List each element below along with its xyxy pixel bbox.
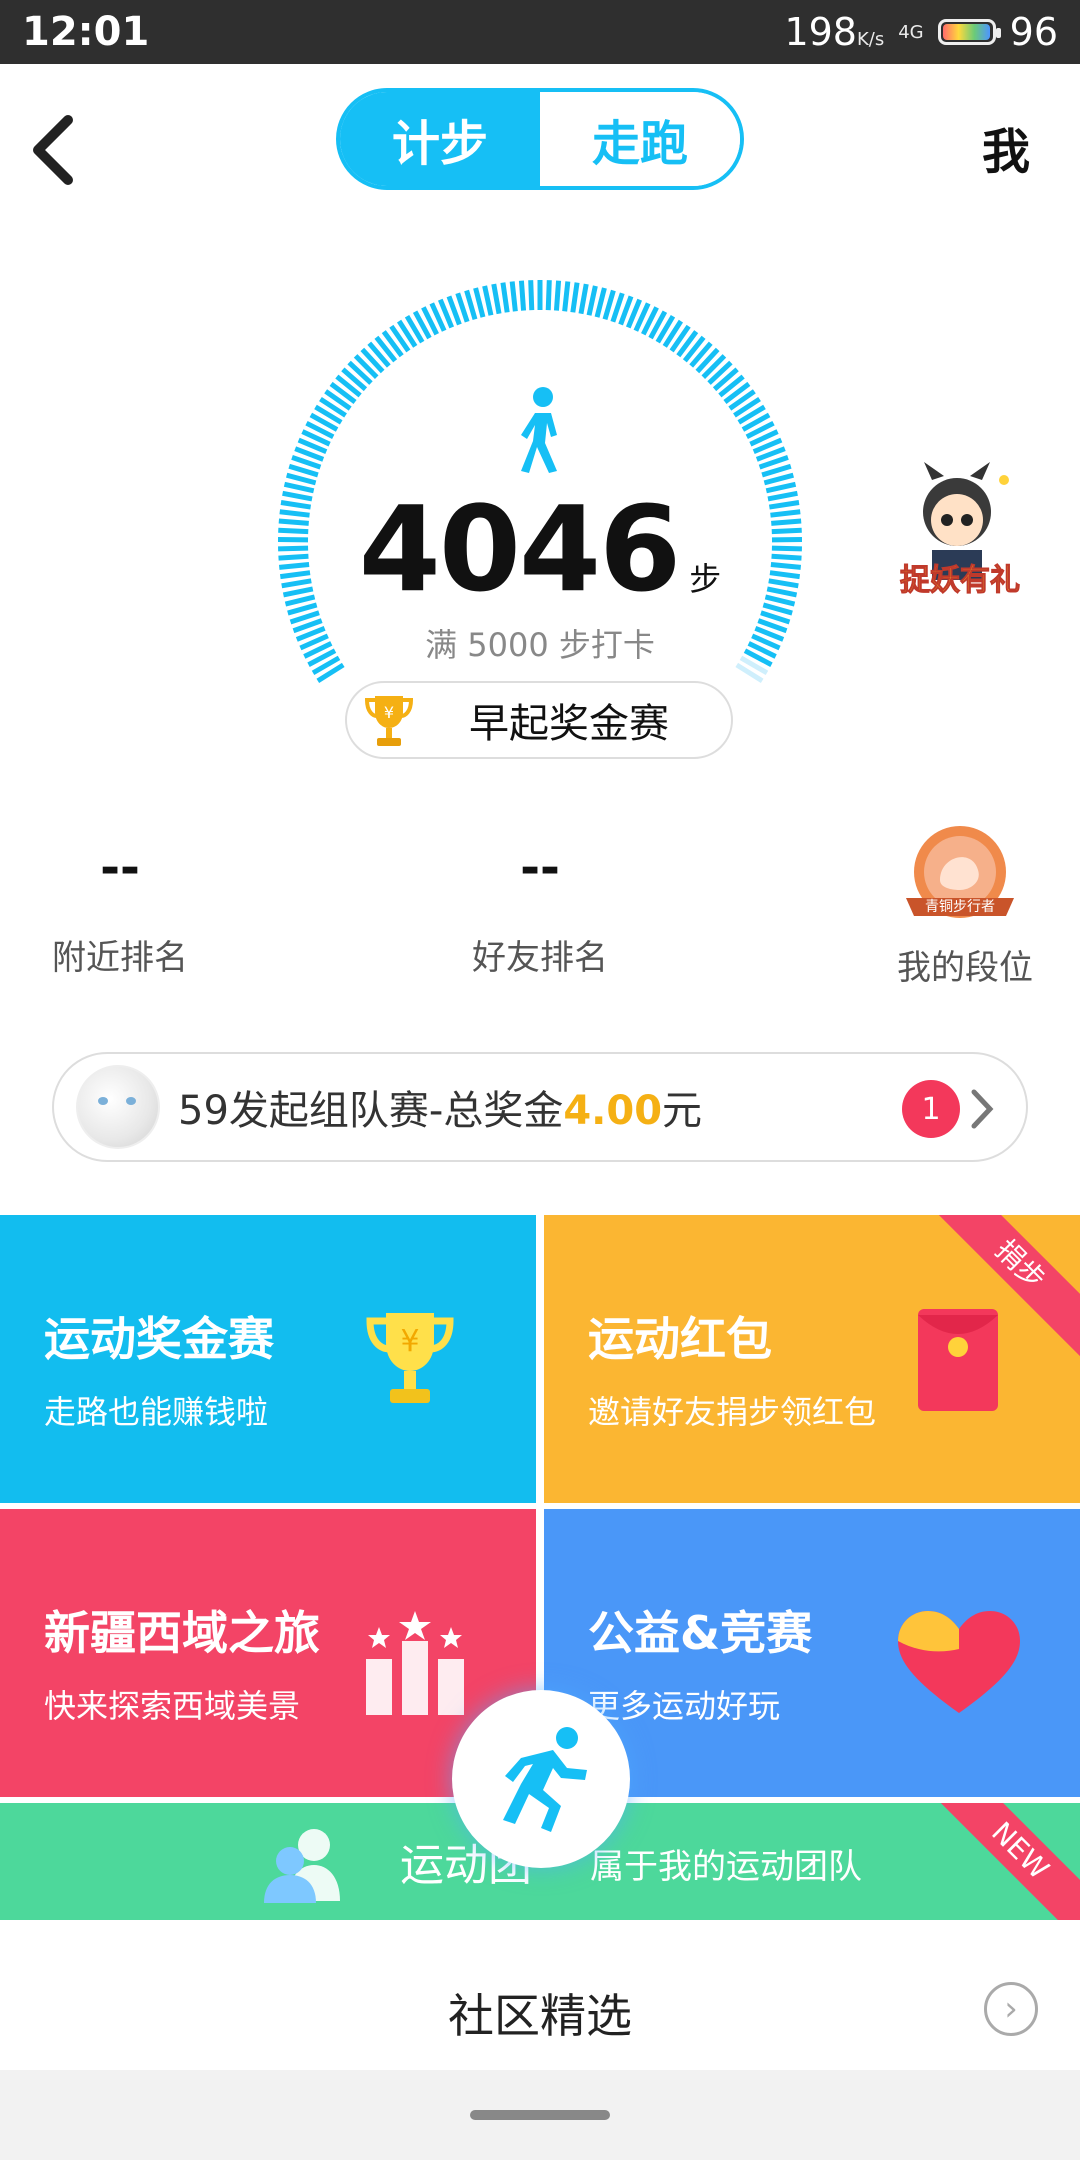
step-count: 4046: [358, 480, 681, 618]
dial-tick: [473, 287, 486, 318]
battery-level: 96: [1009, 10, 1058, 54]
tile-title: 运动奖金赛: [44, 1312, 274, 1366]
dial-tick: [288, 463, 319, 478]
friends-rank-value: --: [520, 840, 560, 896]
tile-title: 运动红包: [588, 1312, 772, 1366]
sports-team-subtitle: 属于我的运动团队: [590, 1847, 862, 1887]
notification-badge: 1: [902, 1080, 960, 1138]
start-run-button[interactable]: [452, 1690, 630, 1868]
nearby-rank-value: --: [100, 840, 140, 896]
new-ribbon: NEW: [919, 1803, 1080, 1920]
dial-tick: [578, 283, 589, 315]
back-button[interactable]: [24, 110, 84, 190]
ranking-icon: [366, 1611, 464, 1715]
dial-tick: [464, 289, 478, 320]
network-icon: 4G: [898, 21, 924, 43]
goal-text: 满 5000 步打卡: [425, 626, 655, 664]
dial-tick: [602, 289, 616, 320]
dial-tick: [491, 283, 502, 315]
me-button[interactable]: 我: [982, 112, 1030, 182]
avatar: [76, 1065, 160, 1149]
red-envelope-icon: [918, 1309, 998, 1411]
friends-rank[interactable]: -- 好友排名: [460, 840, 620, 979]
nearby-rank-label: 附近排名: [52, 938, 188, 978]
rank-badge-text: 青铜步行者: [925, 899, 995, 915]
tab-walk-run[interactable]: 走跑: [540, 92, 740, 186]
rank-badge-icon[interactable]: 青铜步行者: [900, 820, 1020, 940]
status-time: 12:01: [22, 9, 150, 55]
dial-tick: [570, 282, 580, 313]
team-race-text: 59发起组队赛-总奖金4.00元: [178, 1088, 703, 1134]
tile-subtitle: 邀请好友捐步领红包: [588, 1393, 877, 1431]
friends-rank-label: 好友排名: [472, 938, 608, 978]
chevron-left-icon: [33, 115, 73, 185]
nearby-rank[interactable]: -- 附近排名: [40, 840, 200, 979]
dial-tick: [509, 281, 518, 312]
early-race-button[interactable]: ¥ 早起奖金赛: [345, 681, 733, 759]
dial-tick: [545, 280, 552, 311]
tile-subtitle: 走路也能赚钱啦: [44, 1393, 269, 1431]
dial-tick: [482, 285, 494, 316]
system-nav-bar: [0, 2070, 1080, 2160]
chevron-right-icon[interactable]: ›: [984, 1982, 1038, 2036]
mascot-label: 捉妖有礼: [900, 563, 1021, 599]
mode-switch: 计步 走跑: [336, 88, 744, 190]
trophy-icon: ¥: [366, 1313, 454, 1403]
early-race-label: 早起奖金赛: [469, 701, 669, 747]
network-speed: 198K/s: [784, 10, 885, 54]
community-section[interactable]: 社区精选 ›: [0, 1920, 1080, 2070]
runner-icon: [503, 1727, 587, 1832]
battery-icon: [937, 19, 1001, 45]
my-rank-label: 我的段位: [897, 948, 1033, 988]
dial-tick: [518, 280, 527, 311]
tile-title: 新疆西域之旅: [44, 1606, 320, 1660]
team-race-banner[interactable]: 59发起组队赛-总奖金4.00元 1: [52, 1052, 1028, 1162]
dial-tick: [761, 463, 792, 478]
tile-subtitle: 快来探索西域美景: [44, 1687, 301, 1725]
dial-tick: [586, 285, 598, 316]
walker-icon: [505, 385, 575, 479]
status-bar: 12:01 198K/s 4G 96: [0, 0, 1080, 64]
svg-text:¥: ¥: [400, 1324, 419, 1359]
heart-icon: [898, 1611, 1020, 1713]
tile-subtitle: 更多运动好玩: [588, 1687, 781, 1725]
dial-tick: [553, 280, 562, 311]
dial-tick: [594, 287, 607, 318]
tile-sports-race[interactable]: 运动奖金赛 走路也能赚钱啦 ¥: [0, 1215, 536, 1503]
community-title: 社区精选: [448, 1989, 632, 2043]
home-indicator[interactable]: [470, 2110, 610, 2120]
dial-tick: [528, 280, 535, 311]
tile-title: 公益&竞赛: [588, 1606, 813, 1660]
svg-text:¥: ¥: [384, 703, 394, 722]
team-icon: [264, 1829, 340, 1903]
dial-tick: [500, 282, 510, 313]
chevron-right-icon: [971, 1089, 994, 1129]
step-unit: 步: [689, 560, 722, 598]
tile-red-packet[interactable]: 运动红包 邀请好友捐步领红包 捐步: [544, 1215, 1080, 1503]
top-bar: 计步 走跑 我: [0, 64, 1080, 214]
trophy-icon: ¥: [364, 696, 414, 746]
dial-tick: [562, 281, 571, 312]
tab-step-count[interactable]: 计步: [340, 92, 540, 186]
my-rank[interactable]: 我的段位: [880, 940, 1050, 989]
